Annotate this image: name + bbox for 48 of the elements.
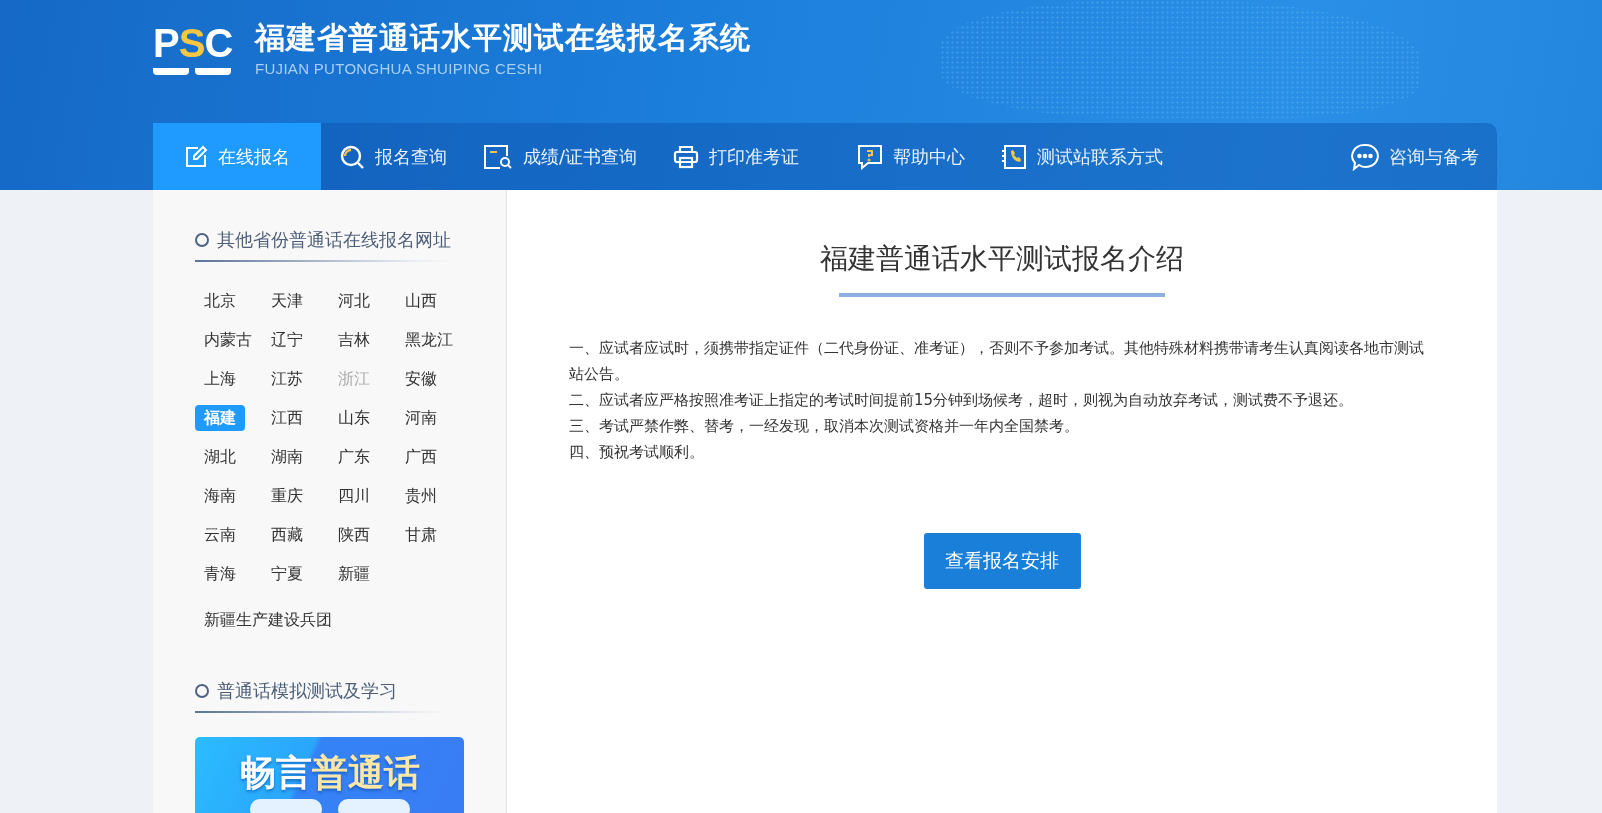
- province-link[interactable]: 上海: [195, 366, 245, 392]
- nav-tab[interactable]: 成绩/证书查询: [465, 123, 656, 190]
- province-link[interactable]: 云南: [195, 522, 245, 548]
- province-link[interactable]: 江苏: [262, 366, 312, 392]
- province-link[interactable]: 陕西: [329, 522, 379, 548]
- nav-tab[interactable]: 报名查询: [321, 123, 465, 190]
- province-link[interactable]: 山西: [396, 288, 446, 314]
- province-link[interactable]: 湖南: [262, 444, 312, 470]
- site-subtitle: FUJIAN PUTONGHUA SHUIPING CESHI: [255, 60, 544, 78]
- logo-text: PSC: [153, 22, 231, 64]
- notice-paragraph: 三、考试严禁作弊、替考，一经发现，取消本次测试资格并一年内全国禁考。: [569, 416, 1080, 437]
- consult-link[interactable]: 咨询与备考: [1333, 123, 1497, 190]
- province-link[interactable]: 安徽: [396, 366, 446, 392]
- province-link[interactable]: 湖北: [195, 444, 245, 470]
- province-link[interactable]: 河南: [396, 405, 446, 431]
- province-link[interactable]: 青海: [195, 561, 245, 587]
- view-schedule-button[interactable]: 查看报名安排: [923, 533, 1081, 589]
- province-link[interactable]: 内蒙古: [195, 327, 261, 353]
- province-link[interactable]: 河北: [329, 288, 379, 314]
- province-link[interactable]: 黑龙江: [396, 327, 462, 353]
- page-title: 福建普通话水平测试报名介绍: [820, 241, 1184, 277]
- province-link[interactable]: 新疆生产建设兵团: [195, 607, 341, 633]
- province-link[interactable]: 辽宁: [262, 327, 312, 353]
- province-link[interactable]: 新疆: [329, 561, 379, 587]
- province-link[interactable]: 西藏: [262, 522, 312, 548]
- province-link[interactable]: 广西: [396, 444, 446, 470]
- province-link[interactable]: 贵州: [396, 483, 446, 509]
- nav-tab[interactable]: 测试站联系方式: [983, 123, 1182, 190]
- notice-paragraph: 二、应试者应严格按照准考证上指定的考试时间提前15分钟到场候考，超时，则视为自动放弃考试，测试费不予退还。: [569, 390, 1355, 411]
- province-link[interactable]: 广东: [329, 444, 379, 470]
- site-title: 福建省普通话水平测试在线报名系统: [255, 20, 751, 56]
- province-link[interactable]: 江西: [262, 405, 312, 431]
- nav-tab[interactable]: 打印准考证: [655, 123, 818, 190]
- province-link[interactable]: 海南: [195, 483, 245, 509]
- province-link[interactable]: 吉林: [329, 327, 379, 353]
- province-link[interactable]: 宁夏: [262, 561, 312, 587]
- province-link[interactable]: 北京: [195, 288, 245, 314]
- nav-tab[interactable]: 帮助中心: [839, 123, 984, 190]
- province-link[interactable]: 山东: [329, 405, 379, 431]
- province-link[interactable]: 甘肃: [396, 522, 446, 548]
- section-heading: 其他省份普通话在线报名网址: [217, 228, 451, 252]
- notice-paragraph: 四、预祝考试顺利。: [569, 442, 705, 463]
- province-link[interactable]: 重庆: [262, 483, 312, 509]
- banner-title: 畅言普通话: [239, 753, 420, 793]
- section-heading: 普通话模拟测试及学习: [217, 679, 397, 703]
- province-link[interactable]: 四川: [329, 483, 379, 509]
- province-link[interactable]: 天津: [262, 288, 312, 314]
- notice-paragraph: 一、应试者应试时，须携带指定证件（二代身份证、准考证），否则不予参加考试。其他特殊材料携带请考生认真阅读各地市测试站公告。: [569, 338, 1425, 385]
